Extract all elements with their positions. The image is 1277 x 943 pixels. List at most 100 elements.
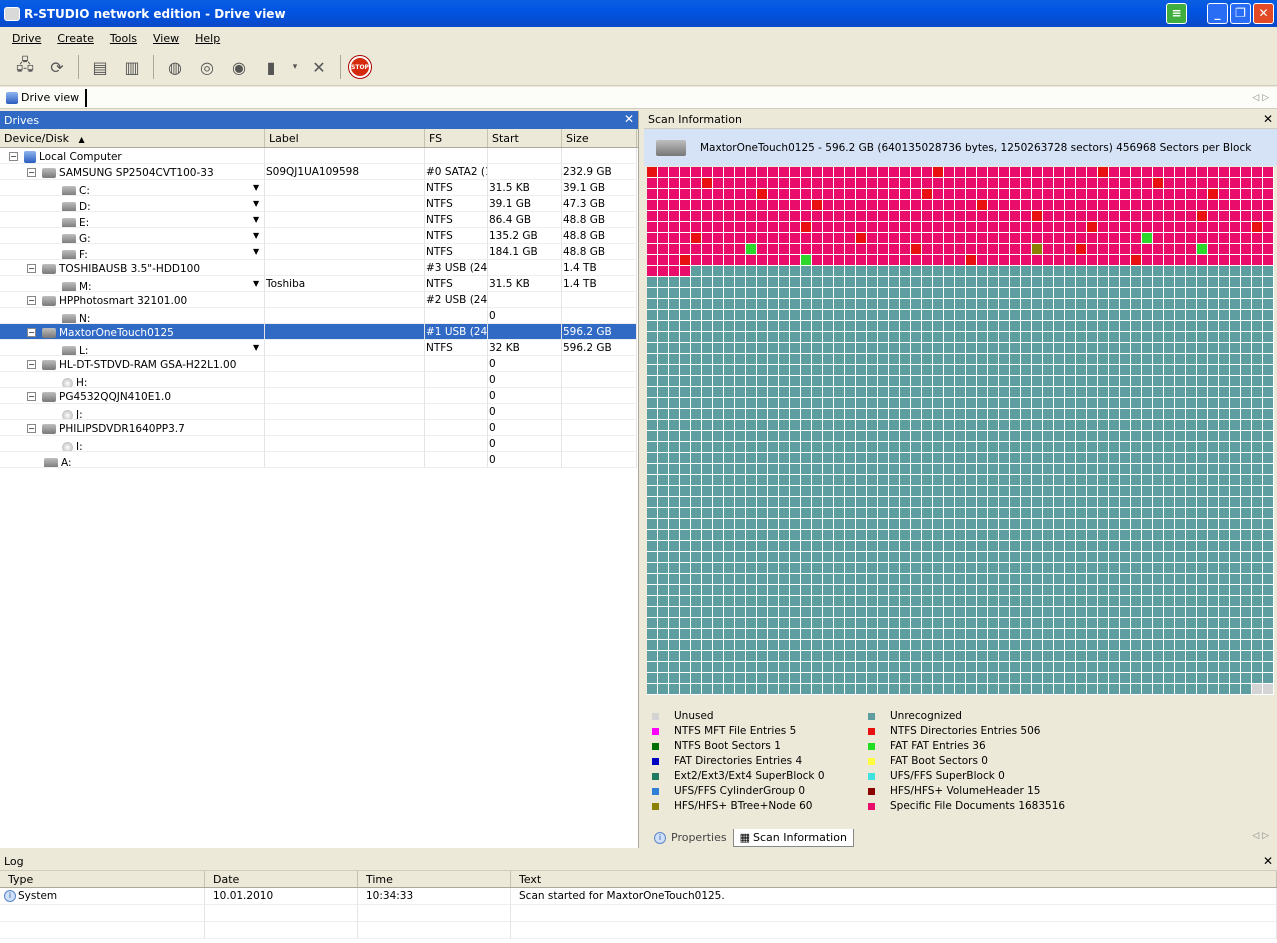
close-log-panel-icon[interactable]: ✕ [1263, 854, 1273, 868]
drive-row[interactable]: − TOSHIBAUSB 3.5"-HDD100 #3 USB (24:151) 1.… [0, 260, 638, 276]
drive-row[interactable]: − PHILIPSDVDR1640PP3.7 0 [0, 420, 638, 436]
drive-row[interactable]: C: ▼ NTFS 31.5 KB 39.1 GB [0, 180, 638, 196]
drive-name-cell[interactable]: I: [0, 436, 265, 452]
drive-row[interactable]: F: ▼ NTFS 184.1 GB 48.8 GB [0, 244, 638, 260]
tab-scroll-arrows[interactable]: ◁ ▷ [1252, 93, 1269, 103]
col-size[interactable]: Size [562, 129, 637, 147]
drive-name-cell[interactable]: − Local Computer [0, 148, 265, 164]
col-label[interactable]: Label [265, 129, 425, 147]
partition-dropdown-icon[interactable]: ▼ [253, 276, 259, 291]
collapse-toggle-icon[interactable]: − [9, 152, 18, 161]
legend-item: UFS/FFS CylinderGroup 0 [652, 784, 868, 798]
drive-row[interactable]: − MaxtorOneTouch0125 #1 USB (24:151) 596.2 … [0, 324, 638, 340]
partition-dropdown-icon[interactable]: ▼ [253, 244, 259, 259]
refresh-icon[interactable]: ⟳ [44, 54, 70, 80]
create-image-icon[interactable]: ◍ [162, 54, 188, 80]
col-text[interactable]: Text [511, 871, 1277, 887]
collapse-toggle-icon[interactable]: − [27, 360, 36, 369]
drive-row[interactable]: L: ▼ NTFS 32 KB 596.2 GB [0, 340, 638, 356]
partition-dropdown-icon[interactable]: ▼ [253, 196, 259, 211]
drive-row[interactable]: D: ▼ NTFS 39.1 GB 47.3 GB [0, 196, 638, 212]
drive-row[interactable]: M: ▼ Toshiba NTFS 31.5 KB 1.4 TB [0, 276, 638, 292]
drive-name-cell[interactable]: − SAMSUNG SP2504CVT100-33 [0, 164, 265, 180]
col-type[interactable]: Type [0, 871, 205, 887]
drive-row[interactable]: J: 0 [0, 404, 638, 420]
drive-size-cell: 596.2 GB [562, 324, 637, 340]
menu-drive[interactable]: Drive [12, 32, 41, 45]
drive-name: PG4532QQJN410E1.0 [59, 390, 172, 403]
log-row[interactable]: i System 10.01.2010 10:34:33 Scan started fo… [0, 888, 1277, 905]
drive-row[interactable]: − HPPhotosmart 32101.00 #2 USB (24:151) [0, 292, 638, 308]
stop-button[interactable]: STOP [349, 56, 371, 78]
col-start[interactable]: Start [488, 129, 562, 147]
drive-row[interactable]: − HL-DT-STDVD-RAM GSA-H22L1.00 0 [0, 356, 638, 372]
menu-help[interactable]: Help [195, 32, 220, 45]
collapse-toggle-icon[interactable]: − [27, 296, 36, 305]
minimize-button[interactable]: _ [1207, 3, 1228, 24]
collapse-toggle-icon[interactable]: − [27, 264, 36, 273]
drive-name-cell[interactable]: − HPPhotosmart 32101.00 [0, 292, 265, 308]
close-button[interactable]: ✕ [1253, 3, 1274, 24]
tab-scan-information[interactable]: ▦ Scan Information [732, 828, 854, 847]
drive-name: L: [79, 345, 89, 356]
scan-tab-scroll-arrows[interactable]: ◁ ▷ [1252, 831, 1269, 841]
drive-row[interactable]: G: ▼ NTFS 135.2 GB 48.8 GB [0, 228, 638, 244]
drive-name-cell[interactable]: C: ▼ [0, 180, 265, 196]
collapse-toggle-icon[interactable]: − [27, 168, 36, 177]
drive-name-cell[interactable]: − PHILIPSDVDR1640PP3.7 [0, 420, 265, 436]
drive-name-cell[interactable]: E: ▼ [0, 212, 265, 228]
tab-drive-view[interactable]: Drive view [0, 88, 88, 107]
drive-name-cell[interactable]: − TOSHIBAUSB 3.5"-HDD100 [0, 260, 265, 276]
drive-row[interactable]: N: 0 [0, 308, 638, 324]
drive-row[interactable]: A: 0 [0, 452, 638, 468]
drive-row[interactable]: E: ▼ NTFS 86.4 GB 48.8 GB [0, 212, 638, 228]
partition-dropdown-icon[interactable]: ▼ [253, 212, 259, 227]
menu-tools[interactable]: Tools [110, 32, 137, 45]
scan-block-map[interactable] [647, 167, 1274, 695]
partition-dropdown-icon[interactable]: ▼ [253, 228, 259, 243]
collapse-toggle-icon[interactable]: − [27, 392, 36, 401]
drive-row[interactable]: I: 0 [0, 436, 638, 452]
col-date[interactable]: Date [205, 871, 358, 887]
drive-name-cell[interactable]: M: ▼ [0, 276, 265, 292]
legend-swatch [868, 772, 875, 780]
partition-dropdown-icon[interactable]: ▼ [253, 180, 259, 195]
drive-name-cell[interactable]: F: ▼ [0, 244, 265, 260]
open-drive-files-icon[interactable]: ▤ [87, 54, 113, 80]
create-region-icon[interactable]: ◎ [194, 54, 220, 80]
connect-icon[interactable]: 🖧 [12, 54, 38, 80]
network-status-icon[interactable]: ≡ [1166, 3, 1187, 24]
open-image-icon[interactable]: ◉ [226, 54, 252, 80]
drive-row[interactable]: − SAMSUNG SP2504CVT100-33 S09QJ1UA109598 #0… [0, 164, 638, 180]
raid-icon[interactable]: ▮ [258, 54, 284, 80]
drive-name-cell[interactable]: G: ▼ [0, 228, 265, 244]
maximize-button[interactable]: ❐ [1230, 3, 1251, 24]
col-device[interactable]: Device/Disk ▲ [0, 129, 265, 147]
drive-row[interactable]: H: 0 [0, 372, 638, 388]
drive-name-cell[interactable]: J: [0, 404, 265, 420]
drive-name-cell[interactable]: − MaxtorOneTouch0125 [0, 324, 265, 340]
collapse-toggle-icon[interactable]: − [27, 424, 36, 433]
drive-name-cell[interactable]: − HL-DT-STDVD-RAM GSA-H22L1.00 [0, 356, 265, 372]
legend-swatch [652, 742, 659, 750]
drive-name-cell[interactable]: − PG4532QQJN410E1.0 [0, 388, 265, 404]
partition-dropdown-icon[interactable]: ▼ [253, 340, 259, 355]
remove-icon[interactable]: ✕ [306, 54, 332, 80]
col-time[interactable]: Time [358, 871, 511, 887]
menu-create[interactable]: Create [57, 32, 94, 45]
drive-name-cell[interactable]: A: [0, 452, 265, 468]
drive-name-cell[interactable]: H: [0, 372, 265, 388]
menu-view[interactable]: View [153, 32, 179, 45]
drive-name-cell[interactable]: N: [0, 308, 265, 324]
drive-name-cell[interactable]: L: ▼ [0, 340, 265, 356]
close-scan-panel-icon[interactable]: ✕ [1263, 112, 1273, 126]
dropdown-arrow-icon[interactable]: ▾ [290, 54, 300, 80]
col-fs[interactable]: FS [425, 129, 488, 147]
drive-row[interactable]: − Local Computer [0, 148, 638, 164]
scan-icon[interactable]: ▥ [119, 54, 145, 80]
collapse-toggle-icon[interactable]: − [27, 328, 36, 337]
drive-row[interactable]: − PG4532QQJN410E1.0 0 [0, 388, 638, 404]
tab-properties[interactable]: i Properties [648, 829, 733, 846]
drive-name-cell[interactable]: D: ▼ [0, 196, 265, 212]
close-drives-panel-icon[interactable]: ✕ [624, 112, 634, 126]
